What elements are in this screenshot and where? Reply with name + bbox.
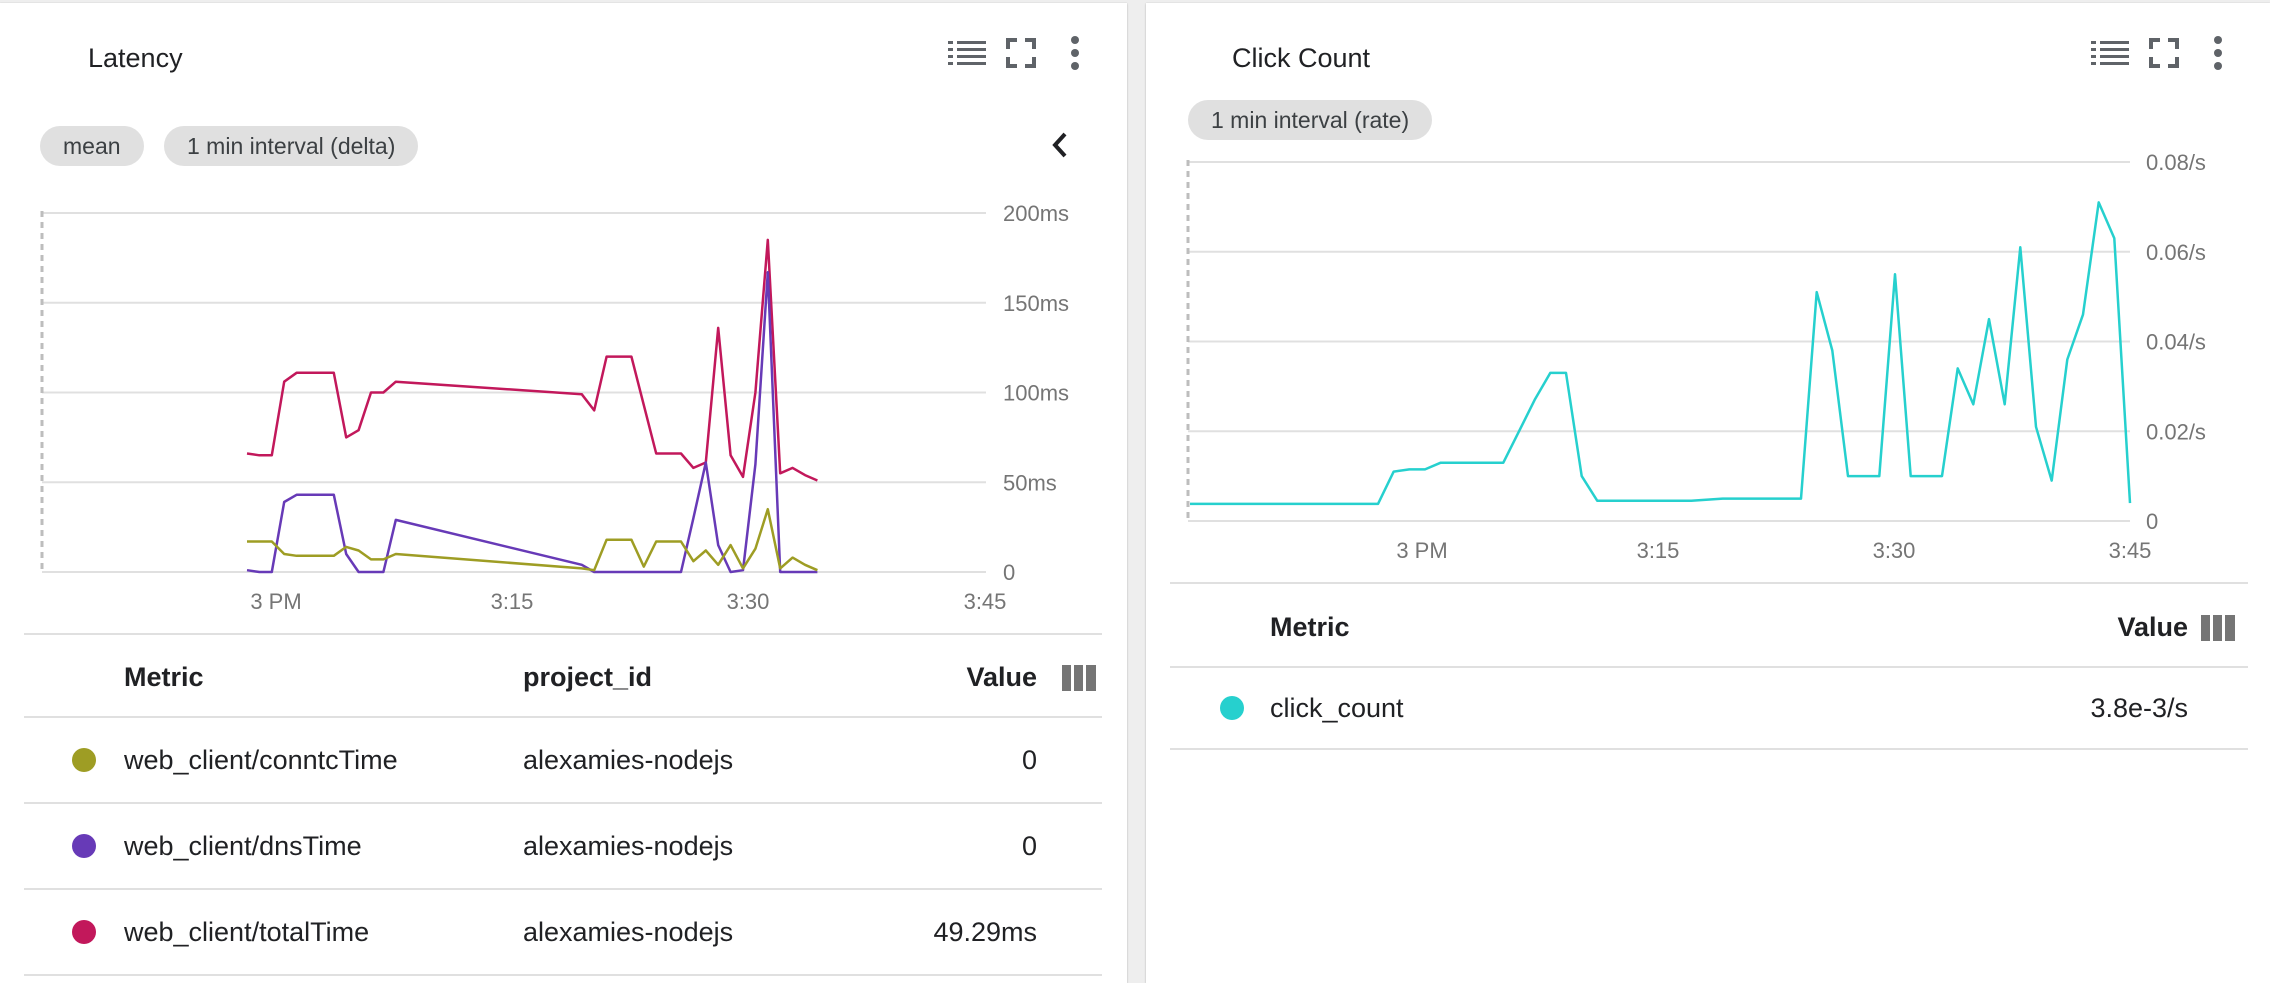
- project-column-header[interactable]: project_id: [523, 662, 652, 693]
- table-row[interactable]: web_client/conntcTime alexamies-nodejs 0: [24, 718, 1102, 804]
- project-cell: alexamies-nodejs: [523, 831, 734, 861]
- y-tick-label: 100ms: [1003, 381, 1069, 406]
- y-tick-label: 0.04/s: [2146, 330, 2206, 355]
- metric-column-header[interactable]: Metric: [124, 662, 204, 693]
- metric-cell: web_client/dnsTime: [124, 831, 362, 861]
- latency-card: Latency mean 1 min interval (delta) 200m…: [0, 3, 1127, 983]
- y-tick-label: 150ms: [1003, 291, 1069, 316]
- value-cell: 3.8e-3/s: [2090, 693, 2188, 723]
- table-row[interactable]: click_count 3.8e-3/s: [1170, 668, 2248, 750]
- x-tick-label: 3:15: [491, 589, 534, 614]
- y-tick-label: 200ms: [1003, 201, 1069, 226]
- series-color-dot: [1220, 696, 1244, 720]
- table-row[interactable]: web_client/totalTime alexamies-nodejs 49…: [24, 890, 1102, 976]
- x-tick-label: 3:45: [2109, 538, 2152, 563]
- series-color-dot: [72, 834, 96, 858]
- value-column-header[interactable]: Value: [2117, 612, 2188, 643]
- column-picker-icon[interactable]: [1062, 665, 1096, 698]
- x-tick-label: 3 PM: [1396, 538, 1447, 563]
- project-cell: alexamies-nodejs: [523, 917, 734, 947]
- project-cell: alexamies-nodejs: [523, 745, 734, 775]
- click-legend-table: Metric Value click_count 3.8e-3/s: [1170, 582, 2248, 752]
- series-color-dot: [72, 748, 96, 772]
- x-tick-label: 3 PM: [250, 589, 301, 614]
- series-line: [247, 507, 818, 572]
- metric-cell: web_client/totalTime: [124, 917, 370, 947]
- latency-legend-table: Metric project_id Value web_client/connt…: [24, 633, 1102, 978]
- value-column-header[interactable]: Value: [966, 662, 1037, 693]
- click-count-card: Click Count 1 min interval (rate) 0.08/s…: [1146, 3, 2270, 983]
- table-header-row: Metric project_id Value: [24, 633, 1102, 718]
- x-tick-label: 3:15: [1637, 538, 1680, 563]
- y-tick-label: 0.06/s: [2146, 240, 2206, 265]
- series-line: [1190, 201, 2132, 506]
- y-tick-label: 50ms: [1003, 470, 1057, 495]
- latency-chart: 200ms 150ms 100ms 50ms 0 3 PM 3:15 3:30 3:45: [40, 201, 1069, 614]
- series-color-dot: [72, 920, 96, 944]
- y-tick-label: 0.02/s: [2146, 419, 2206, 444]
- metric-column-header[interactable]: Metric: [1270, 612, 1350, 643]
- value-cell: 0: [1021, 745, 1037, 775]
- table-row[interactable]: web_client/dnsTime alexamies-nodejs 0: [24, 804, 1102, 890]
- click-count-chart: 0.08/s 0.06/s 0.04/s 0.02/s 0 3 PM 3:15 3:30 3:4…: [1186, 150, 2206, 563]
- y-tick-label: 0: [2146, 509, 2158, 534]
- metric-cell: web_client/conntcTime: [124, 745, 398, 775]
- series-line: [246, 238, 818, 482]
- y-tick-label: 0.08/s: [2146, 150, 2206, 175]
- series-line: [246, 270, 818, 574]
- value-cell: 0: [1021, 831, 1037, 861]
- value-cell: 49.29ms: [933, 917, 1037, 947]
- x-tick-label: 3:45: [964, 589, 1007, 614]
- y-tick-label: 0: [1003, 560, 1015, 585]
- x-tick-label: 3:30: [727, 589, 770, 614]
- column-picker-icon[interactable]: [2201, 615, 2235, 648]
- table-header-row: Metric Value: [1170, 582, 2248, 668]
- x-tick-label: 3:30: [1873, 538, 1916, 563]
- metric-cell: click_count: [1270, 693, 1404, 723]
